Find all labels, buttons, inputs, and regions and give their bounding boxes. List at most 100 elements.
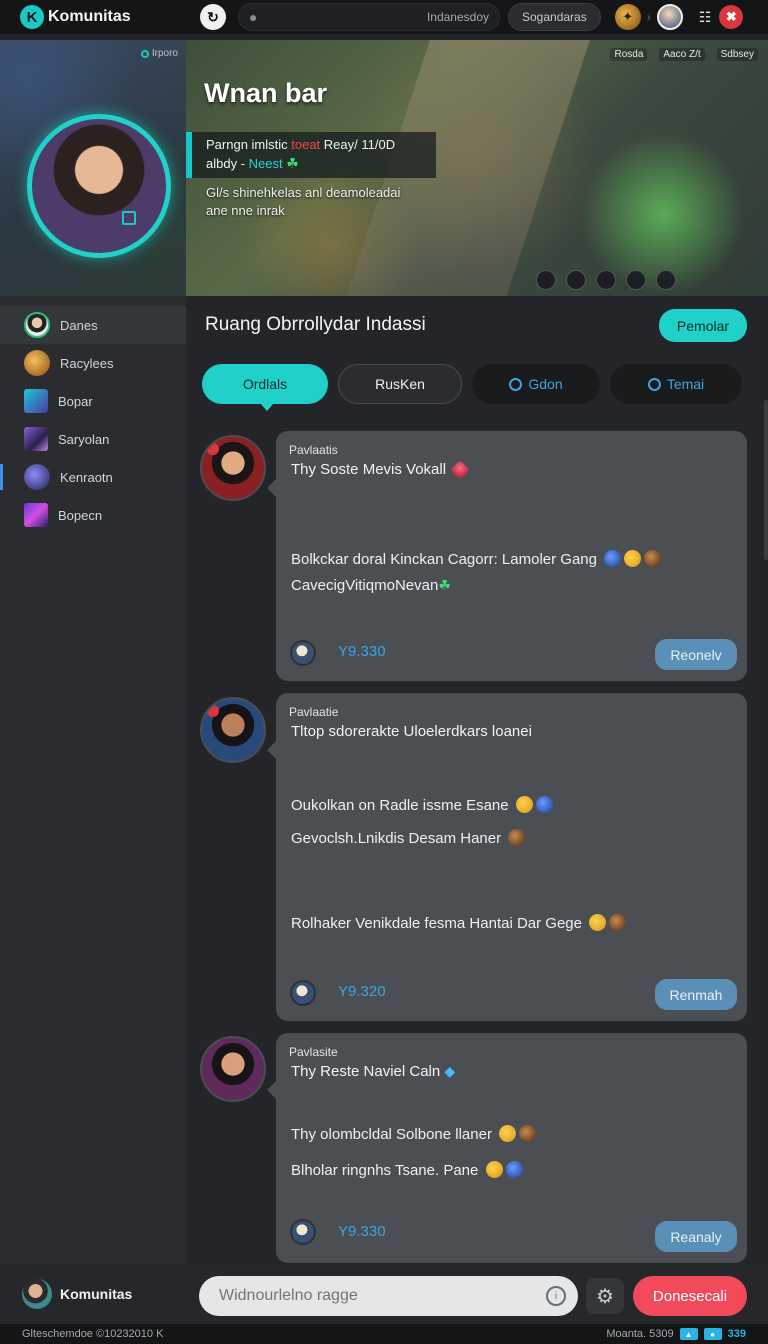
reaction-avatar[interactable] xyxy=(290,980,316,1006)
category-pill[interactable]: Sogandaras xyxy=(508,3,601,31)
banner-info-highlight: toeat xyxy=(291,137,321,152)
guild-avatar[interactable]: ✦ xyxy=(614,4,641,30)
post-count: Y9.330 xyxy=(338,1223,386,1240)
banner-title: Wnan bar xyxy=(204,78,328,108)
game-tile-icon xyxy=(24,389,48,413)
sidebar-item-danes[interactable]: Danes xyxy=(0,306,186,344)
post-line: Rolhaker Venikdale fesma Hantai Dar Gege xyxy=(291,914,627,932)
search-bar[interactable]: ● xyxy=(238,3,500,31)
bottom-brand[interactable]: Komunitas xyxy=(22,1279,132,1309)
post-line: Oukolkan on Radle issme Esane xyxy=(291,796,553,814)
reply-button[interactable]: Reonelv xyxy=(655,639,737,670)
camera-icon[interactable] xyxy=(122,211,136,225)
search-input[interactable] xyxy=(257,10,489,24)
reply-button[interactable]: Renmah xyxy=(655,979,737,1010)
post-line: Bolkckar doral Kinckan Cagorr: Lamoler G… xyxy=(291,550,662,568)
tab-temai[interactable]: Temai xyxy=(610,364,742,404)
screen-icon: ● xyxy=(703,1328,722,1340)
orb-emoji-icon xyxy=(604,550,622,567)
sidebar-item-kenraotn[interactable]: Kenraotn xyxy=(0,458,186,496)
skill-icon xyxy=(536,270,556,290)
banner-stat: Sdbsey xyxy=(716,48,758,61)
post-heading: Thy Soste Mevis Vokall xyxy=(291,460,471,480)
skill-icon xyxy=(626,270,646,290)
clock-icon xyxy=(647,377,661,391)
banner-desc-line: Gl/s shinehkelas anl deamoleadai xyxy=(206,185,401,200)
post-author-avatar[interactable] xyxy=(200,1036,266,1102)
game-banner: Rosda Aaco Z/t Sdbsey Wnan bar Parngn im… xyxy=(186,40,768,296)
room-tabs: Ordlals RusKen Gdon Temai xyxy=(202,364,742,411)
smile-emoji-icon xyxy=(515,796,533,813)
sidebar-item-bopar[interactable]: Bopar xyxy=(0,382,186,420)
tab-ordlals[interactable]: Ordlals xyxy=(202,364,328,411)
tab-label: Ordlals xyxy=(242,376,288,392)
post-line-text: Bolkckar doral Kinckan Cagorr: Lamoler G… xyxy=(291,551,597,568)
chat-post: Pavlasite Thy Reste Naviel Caln ◆ Thy ol… xyxy=(267,1033,747,1263)
send-button[interactable]: Donesecali xyxy=(633,1276,747,1316)
post-heading-text: Thy Reste Naviel Caln xyxy=(291,1063,441,1080)
leaf-icon: ☘ xyxy=(286,155,299,171)
banner-desc-line: ane nne inrak xyxy=(206,203,285,218)
gold-emblem-icon xyxy=(24,350,50,376)
planet-icon xyxy=(24,464,50,490)
user-avatar-icon xyxy=(24,312,50,338)
join-button[interactable]: Pemolar xyxy=(659,309,747,342)
orb-emoji-icon xyxy=(505,1161,523,1178)
circle-icon xyxy=(509,377,523,391)
smile-emoji-icon xyxy=(485,1161,503,1178)
sidebar-item-label: Bopar xyxy=(58,393,93,409)
app-logo[interactable]: K Komunitas xyxy=(20,5,200,29)
hero-tile-icon xyxy=(24,427,48,451)
image-icon: ▲ xyxy=(679,1328,698,1340)
sidebar-item-label: Racylees xyxy=(60,355,114,371)
smile-emoji-icon xyxy=(624,550,642,567)
tab-gdon[interactable]: Gdon xyxy=(472,364,600,404)
top-bar: K Komunitas ↻ ● Sogandaras ✦ › ☷ ✖ xyxy=(0,0,768,34)
gear-icon[interactable]: ⚙ xyxy=(586,1278,624,1314)
tab-label: Temai xyxy=(666,376,705,392)
post-author-avatar[interactable] xyxy=(200,435,266,501)
post-line: Gevoclsh.Lnikdis Desam Haner xyxy=(291,829,526,847)
post-count: Y9.330 xyxy=(338,643,386,660)
banner-info-text: albdy - xyxy=(206,156,249,171)
bottom-brand-label: Komunitas xyxy=(60,1286,133,1302)
sidebar-item-saryolan[interactable]: Saryolan xyxy=(0,420,186,458)
post-heading: Tltop sdorerakte Uloelerdkars loanei xyxy=(291,723,532,740)
brand-avatar-icon xyxy=(22,1279,52,1309)
banner-info-highlight: Neest xyxy=(248,156,283,171)
post-line-text: Thy olombcldal Solbone llaner xyxy=(291,1126,492,1143)
sword-tile-icon xyxy=(24,503,48,527)
post-username[interactable]: Pavlaatis xyxy=(289,443,338,457)
chat-post: Pavlaatie Tltop sdorerakte Uloelerdkars … xyxy=(267,693,747,1021)
message-input[interactable] xyxy=(219,1287,546,1305)
brown-emoji-icon xyxy=(519,1125,537,1142)
scrollbar[interactable] xyxy=(764,400,768,560)
reaction-avatar[interactable] xyxy=(290,640,316,666)
info-icon[interactable]: i xyxy=(546,1286,566,1306)
reaction-avatar[interactable] xyxy=(290,1219,316,1245)
notification-badge xyxy=(207,443,219,455)
post-author-avatar[interactable] xyxy=(200,697,266,763)
refresh-icon[interactable]: ↻ xyxy=(200,4,226,30)
post-line: CavecigVitiqmoNevan☘ xyxy=(291,577,451,594)
profile-avatar[interactable] xyxy=(27,114,171,258)
post-line: Thy olombcldal Solbone llaner xyxy=(291,1125,537,1143)
sidebar-item-racylees[interactable]: Racylees xyxy=(0,344,186,382)
status-right: Moanta. 5309 ▲ ● 339 xyxy=(606,1328,746,1340)
chat-post: Pavlaatis Thy Soste Mevis Vokall Bolkcka… xyxy=(267,431,747,681)
user-avatar[interactable] xyxy=(656,4,683,30)
message-composer[interactable]: i xyxy=(199,1276,578,1316)
post-username[interactable]: Pavlaatie xyxy=(289,705,338,719)
post-line-text: Rolhaker Venikdale fesma Hantai Dar Gege xyxy=(291,915,582,932)
sidebar-item-bopecn[interactable]: Bopecn xyxy=(0,496,186,534)
reply-button[interactable]: Reanaly xyxy=(655,1221,737,1252)
close-icon[interactable]: ✖ xyxy=(719,5,744,29)
grid-icon[interactable]: ☷ xyxy=(699,9,712,26)
room-title: Ruang Obrrollydar Indassi xyxy=(205,314,426,335)
post-username[interactable]: Pavlasite xyxy=(289,1045,338,1059)
banner-stats: Rosda Aaco Z/t Sdbsey xyxy=(610,48,758,61)
post-line-text: Gevoclsh.Lnikdis Desam Haner xyxy=(291,830,502,847)
tab-rusken[interactable]: RusKen xyxy=(338,364,462,404)
post-line-text: CavecigVitiqmoNevan xyxy=(291,577,439,594)
chevron-right-icon: › xyxy=(646,10,651,24)
